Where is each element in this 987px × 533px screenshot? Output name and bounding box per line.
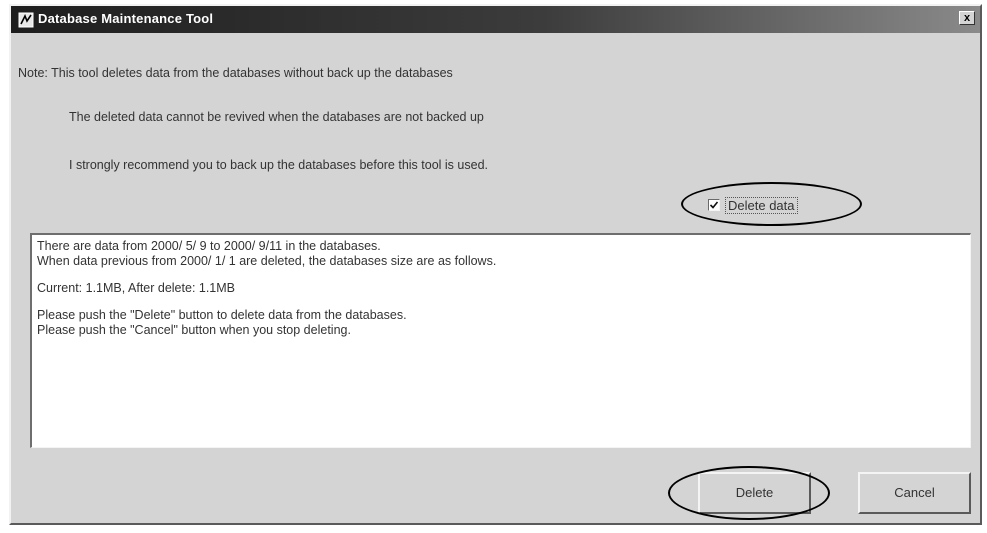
close-button[interactable]: x — [959, 11, 975, 25]
checkbox-box[interactable] — [708, 199, 720, 211]
info-size-values: Current: 1.1MB, After delete: 1.1MB — [37, 281, 236, 295]
delete-button[interactable]: Delete — [698, 472, 811, 514]
window-title: Database Maintenance Tool — [38, 11, 214, 26]
delete-data-checkbox[interactable]: Delete data — [708, 196, 798, 214]
info-delete-instruction: Please push the "Delete" button to delet… — [37, 308, 407, 322]
checkmark-icon — [709, 201, 719, 209]
cancel-button[interactable]: Cancel — [858, 472, 971, 514]
close-icon: x — [963, 12, 971, 24]
info-size-intro: When data previous from 2000/ 1/ 1 are d… — [37, 254, 497, 268]
note-warning: Note: This tool deletes data from the da… — [18, 66, 453, 80]
info-date-range: There are data from 2000/ 5/ 9 to 2000/ … — [37, 239, 381, 253]
info-cancel-instruction: Please push the "Cancel" button when you… — [37, 323, 351, 337]
info-text-area[interactable]: There are data from 2000/ 5/ 9 to 2000/ … — [30, 233, 971, 448]
note-not-revivable: The deleted data cannot be revived when … — [69, 110, 484, 124]
app-icon — [18, 12, 34, 28]
title-bar[interactable]: Database Maintenance Tool x — [11, 6, 980, 33]
note-recommendation: I strongly recommend you to back up the … — [69, 158, 488, 172]
delete-data-label[interactable]: Delete data — [725, 196, 798, 214]
